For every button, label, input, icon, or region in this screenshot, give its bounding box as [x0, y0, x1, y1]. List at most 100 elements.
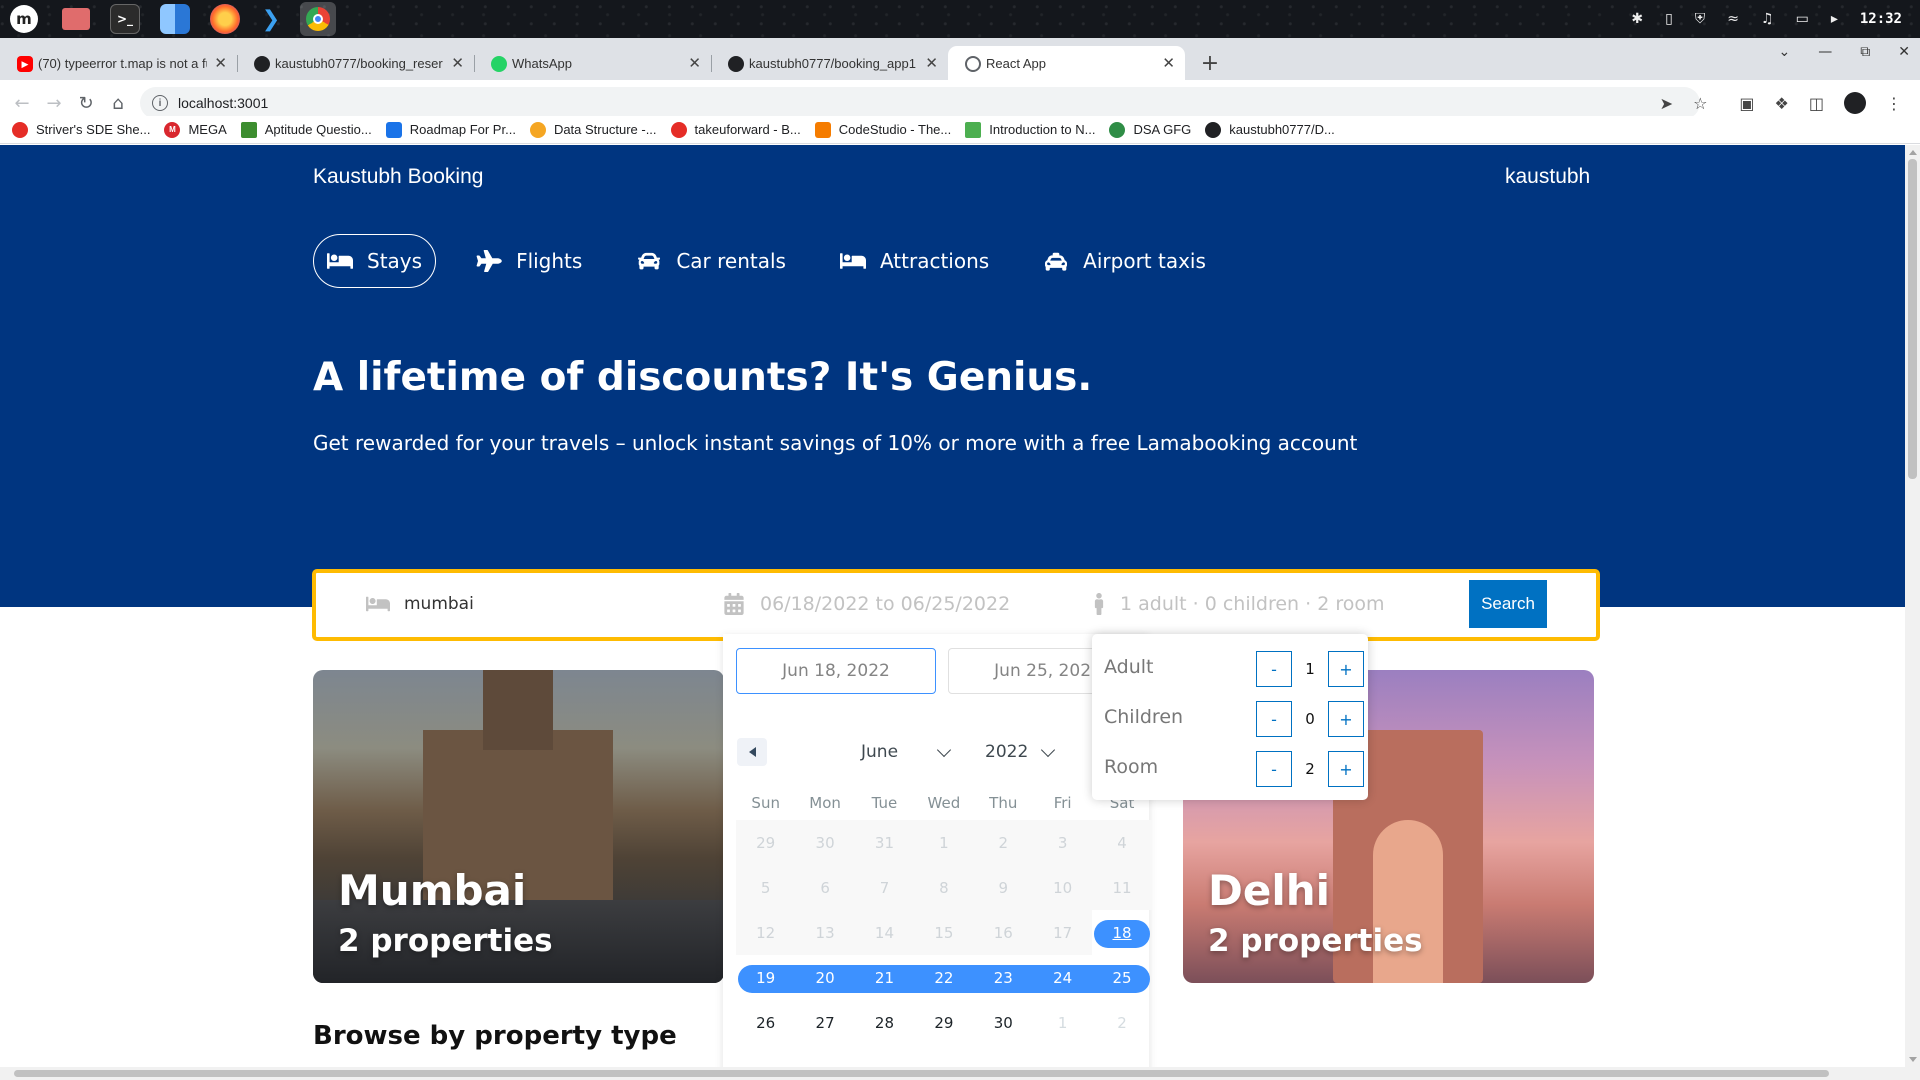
sidepanel-icon[interactable]: ◫	[1809, 94, 1824, 113]
start-date-input[interactable]: Jun 18, 2022	[736, 648, 936, 694]
new-tab-button[interactable]: +	[1193, 46, 1227, 80]
firefox-icon[interactable]	[210, 4, 240, 34]
bookmark-item[interactable]: CodeStudio - The...	[814, 121, 951, 138]
home-icon[interactable]: ⌂	[102, 93, 134, 114]
clipboard-icon[interactable]: ▯	[1665, 11, 1673, 27]
shield-icon[interactable]: ⛨	[1695, 11, 1706, 27]
brand-logo[interactable]: Kaustubh Booking	[313, 165, 483, 189]
send-icon[interactable]: ➤	[1660, 94, 1673, 113]
city-card-mumbai[interactable]: Mumbai 2 properties	[313, 670, 724, 983]
destination-input[interactable]	[404, 594, 664, 614]
calendar-day[interactable]: 9	[973, 865, 1033, 910]
calendar-day[interactable]: 2	[973, 820, 1033, 865]
close-icon[interactable]: ✕	[451, 54, 464, 72]
menu-icon[interactable]: ⋮	[1886, 94, 1902, 113]
nav-car-rentals[interactable]: Car rentals	[622, 234, 800, 288]
terminal-icon[interactable]: >_	[110, 4, 140, 34]
scroll-thumb[interactable]	[1908, 159, 1917, 479]
guests-field[interactable]: 1 adult · 0 children · 2 room	[1092, 593, 1384, 615]
reload-icon[interactable]: ↻	[70, 93, 102, 114]
scroll-down-icon[interactable]	[1909, 1057, 1917, 1062]
finder-icon[interactable]	[160, 4, 190, 34]
calendar-day-selected[interactable]: 18	[1092, 910, 1151, 955]
calendar-day[interactable]: 10	[1032, 865, 1093, 910]
search-button[interactable]: Search	[1469, 580, 1547, 628]
bluetooth-icon[interactable]: ✱	[1631, 11, 1643, 27]
volume-icon[interactable]: ▸	[1831, 11, 1838, 27]
calendar-day[interactable]: 11	[1092, 865, 1152, 910]
browser-tab-active[interactable]: React App ✕	[948, 46, 1185, 80]
bookmark-item[interactable]: M MEGA	[164, 121, 227, 138]
vertical-scrollbar[interactable]	[1905, 145, 1920, 1067]
calendar-day[interactable]: 14	[854, 910, 915, 955]
calendar-day-in-range[interactable]: 19	[736, 955, 796, 1000]
calendar-day-in-range[interactable]: 23	[973, 955, 1034, 1000]
clock[interactable]: 12:32	[1860, 11, 1902, 27]
bookmark-item[interactable]: kaustubh0777/D...	[1205, 121, 1335, 138]
calendar-day[interactable]: 27	[795, 1000, 854, 1045]
wifi-icon[interactable]: ≈	[1727, 11, 1739, 27]
puzzle-icon[interactable]: ❖	[1775, 94, 1789, 113]
calendar-day[interactable]: 5	[736, 865, 796, 910]
decrement-button[interactable]: -	[1256, 701, 1292, 737]
star-icon[interactable]: ☆	[1693, 94, 1707, 113]
nav-stays[interactable]: Stays	[313, 234, 437, 288]
forward-icon[interactable]: →	[38, 93, 70, 114]
prev-month-button[interactable]	[737, 738, 767, 766]
calendar-day[interactable]: 28	[855, 1000, 914, 1045]
nav-airport-taxis[interactable]: Airport taxis	[1029, 234, 1220, 288]
calendar-day[interactable]: 26	[736, 1000, 795, 1045]
extension-icon[interactable]: ▣	[1739, 94, 1754, 113]
calendar-day[interactable]: 29	[736, 820, 796, 865]
calendar-day[interactable]: 12	[736, 910, 796, 955]
calendar-day[interactable]: 15	[914, 910, 974, 955]
calendar-day[interactable]: 16	[973, 910, 1033, 955]
calendar-day[interactable]: 1	[1033, 1000, 1092, 1045]
destination-field[interactable]	[366, 593, 664, 615]
calendar-day[interactable]: 31	[854, 820, 915, 865]
calendar-day[interactable]: 4	[1092, 820, 1152, 865]
chrome-icon[interactable]	[300, 2, 336, 36]
bookmark-item[interactable]: Striver's SDE She...	[12, 121, 150, 138]
year-select[interactable]: 2022	[985, 742, 1028, 762]
close-window-icon[interactable]: ✕	[1898, 44, 1910, 60]
increment-button[interactable]: +	[1328, 701, 1364, 737]
calendar-day[interactable]: 30	[974, 1000, 1033, 1045]
calendar-day[interactable]: 29	[914, 1000, 973, 1045]
calendar-day-in-range[interactable]: 24	[1032, 955, 1093, 1000]
increment-button[interactable]: +	[1328, 651, 1364, 687]
calendar-day-in-range[interactable]: 21	[854, 955, 915, 1000]
calendar-day[interactable]: 2	[1092, 1000, 1151, 1045]
bookmark-item[interactable]: Roadmap For Pr...	[385, 121, 516, 138]
browser-tab[interactable]: kaustubh0777/booking_reser ✕	[237, 46, 474, 80]
minimize-icon[interactable]: —	[1818, 44, 1832, 60]
browser-tab[interactable]: ▶ (70) typeerror t.map is not a fu ✕	[0, 46, 237, 80]
user-name[interactable]: kaustubh	[1505, 165, 1590, 189]
site-info-icon[interactable]: i	[152, 95, 168, 111]
decrement-button[interactable]: -	[1256, 751, 1292, 787]
scroll-thumb[interactable]	[14, 1070, 1829, 1077]
bookmark-item[interactable]: Introduction to N...	[965, 121, 1095, 138]
close-icon[interactable]: ✕	[214, 54, 227, 72]
date-field[interactable]: 06/18/2022 to 06/25/2022	[722, 593, 1010, 615]
nav-flights[interactable]: Flights	[462, 234, 596, 288]
close-icon[interactable]: ✕	[1162, 54, 1175, 72]
close-icon[interactable]: ✕	[925, 54, 938, 72]
address-bar[interactable]: i localhost:3001	[140, 87, 1700, 119]
month-select[interactable]: June	[861, 742, 898, 762]
vscode-icon[interactable]: ❯	[256, 4, 286, 34]
battery-icon[interactable]: ▭	[1796, 11, 1809, 27]
back-icon[interactable]: ←	[6, 93, 38, 114]
close-icon[interactable]: ✕	[688, 54, 701, 72]
nav-attractions[interactable]: Attractions	[826, 234, 1003, 288]
bookmark-item[interactable]: takeuforward - B...	[670, 121, 801, 138]
profile-avatar[interactable]	[1844, 92, 1866, 114]
files-icon[interactable]	[62, 8, 90, 30]
mint-menu-icon[interactable]: m	[10, 5, 38, 33]
calendar-day[interactable]: 8	[914, 865, 974, 910]
tab-search-icon[interactable]: ⌄	[1779, 44, 1791, 60]
calendar-day[interactable]: 17	[1032, 910, 1093, 955]
browser-tab[interactable]: kaustubh0777/booking_app1 ✕	[711, 46, 948, 80]
horizontal-scrollbar[interactable]	[0, 1067, 1920, 1080]
increment-button[interactable]: +	[1328, 751, 1364, 787]
